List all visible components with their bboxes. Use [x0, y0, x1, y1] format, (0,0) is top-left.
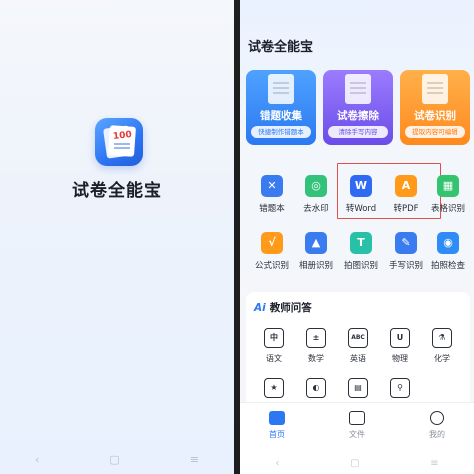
tab-home[interactable]: 首页 [252, 411, 302, 440]
formula-icon: √ [261, 232, 283, 254]
physics-magnet-icon: U [390, 328, 410, 348]
subject-label: 语文 [266, 354, 282, 363]
profile-icon [430, 411, 444, 425]
teacher-qa-panel: Ai教师问答 中 语文 ± 数学 ABC 英语 U 物理 ⚗ 化学 ★ 政治 ◐ [246, 292, 470, 413]
splash-app-name: 试卷全能宝 [72, 181, 162, 201]
bottom-tab-bar: 首页 文件 我的 [240, 402, 474, 452]
subject-math[interactable]: ± 数学 [296, 328, 336, 378]
menu-icon[interactable]: ≡ [430, 458, 438, 469]
back-icon[interactable]: ‹ [275, 458, 279, 469]
paper-illustration-icon [268, 74, 294, 104]
ai-logo-icon: Ai [254, 302, 266, 314]
chinese-icon: 中 [264, 328, 284, 348]
home-square-icon[interactable]: ▢ [350, 458, 359, 469]
qa-title-text: 教师问答 [269, 302, 312, 314]
tool-camera-check[interactable]: ◉ 拍照检查 [422, 222, 474, 274]
photo-text-icon: T [350, 232, 372, 254]
tab-label: 我的 [429, 430, 445, 439]
tab-label: 文件 [349, 430, 365, 439]
home-square-icon[interactable]: ▢ [109, 453, 119, 466]
feature-card-subtitle: 清除手写内容 [328, 126, 388, 138]
handwriting-icon: ✎ [395, 232, 417, 254]
history-scroll-icon: ▤ [348, 378, 368, 398]
feature-card-title: 试卷擦除 [337, 110, 379, 122]
system-nav-bar: ‹ ▢ ≡ [240, 452, 474, 474]
home-icon [269, 411, 285, 425]
camera-check-icon: ◉ [437, 232, 459, 254]
tab-label: 首页 [269, 430, 285, 439]
splash-screen: 100 试卷全能宝 ‹ ▢ ≡ [0, 0, 234, 474]
subject-label: 数学 [308, 354, 324, 363]
feature-card-paper-recognize[interactable]: 试卷识别 提取内容可编辑 [400, 70, 470, 145]
system-nav-bar: ‹ ▢ ≡ [0, 453, 234, 466]
tool-label: 拍照检查 [430, 261, 465, 271]
remove-watermark-icon: ◎ [305, 175, 327, 197]
feature-card-title: 试卷识别 [414, 110, 456, 122]
subject-label: 化学 [434, 354, 450, 363]
feature-card-subtitle: 快捷制作错题本 [251, 126, 311, 138]
subject-chemistry[interactable]: ⚗ 化学 [422, 328, 462, 378]
tool-table-recognize[interactable]: ▦ 表格识别 [422, 165, 474, 217]
tab-files[interactable]: 文件 [332, 411, 382, 440]
feature-card-title: 错题收集 [260, 110, 302, 122]
feature-cards: 错题收集 快捷制作错题本 试卷擦除 清除手写内容 试卷识别 提取内容可编辑 [246, 70, 470, 145]
test-paper-app-icon: 100 [95, 118, 143, 166]
page-title: 试卷全能宝 [248, 40, 314, 55]
english-icon: ABC [348, 328, 368, 348]
tab-profile[interactable]: 我的 [412, 411, 462, 440]
paper-illustration-icon [345, 74, 371, 104]
feature-card-paper-erase[interactable]: 试卷擦除 清除手写内容 [323, 70, 393, 145]
score-mark: 100 [112, 130, 133, 142]
math-icon: ± [306, 328, 326, 348]
menu-icon[interactable]: ≡ [190, 453, 199, 466]
home-screen: 试卷全能宝 错题收集 快捷制作错题本 试卷擦除 清除手写内容 试卷识别 提取内容… [240, 0, 474, 474]
x-book-icon: ✕ [261, 175, 283, 197]
table-icon: ▦ [437, 175, 459, 197]
subject-label: 物理 [392, 354, 408, 363]
subject-physics[interactable]: U 物理 [380, 328, 420, 378]
album-icon: ▲ [305, 232, 327, 254]
file-icon [349, 411, 365, 425]
feature-card-mistake-collect[interactable]: 错题收集 快捷制作错题本 [246, 70, 316, 145]
subject-label: 英语 [350, 354, 366, 363]
chemistry-flask-icon: ⚗ [432, 328, 452, 348]
biology-microscope-icon: ⚲ [390, 378, 410, 398]
feature-card-subtitle: 提取内容可编辑 [405, 126, 465, 138]
tools-grid: ✕ 错题本 ◎ 去水印 W 转Word A 转PDF ▦ 表格识别 √ 公式识别… [246, 160, 470, 278]
back-icon[interactable]: ‹ [35, 453, 39, 466]
tool-label: 表格识别 [430, 204, 465, 214]
pdf-icon: A [395, 175, 417, 197]
word-icon: W [350, 175, 372, 197]
geography-globe-icon: ◐ [306, 378, 326, 398]
subject-chinese[interactable]: 中 语文 [254, 328, 294, 378]
subject-english[interactable]: ABC 英语 [338, 328, 378, 378]
politics-icon: ★ [264, 378, 284, 398]
paper-illustration-icon [422, 74, 448, 104]
section-title: Ai 教师问答 [254, 300, 312, 315]
